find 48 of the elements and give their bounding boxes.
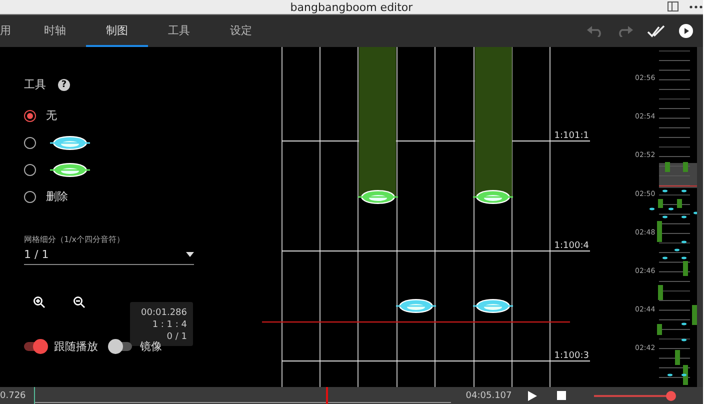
tool-option[interactable]: 删除 bbox=[24, 183, 68, 210]
tab[interactable]: 用 bbox=[0, 15, 24, 47]
tab[interactable]: 时轴 bbox=[24, 15, 86, 47]
current-time: 0.726 bbox=[0, 390, 26, 400]
total-time: 04:05.107 bbox=[466, 390, 513, 400]
measure-label: 1:101:1 bbox=[554, 131, 589, 141]
tool-option[interactable]: 无 bbox=[24, 102, 57, 129]
zoom-out-icon bbox=[73, 296, 85, 308]
hold-note[interactable] bbox=[475, 47, 512, 197]
window-title: bangbangboom editor bbox=[290, 0, 413, 14]
stop-button[interactable] bbox=[556, 391, 566, 400]
volume-slider[interactable] bbox=[594, 390, 674, 400]
tab[interactable]: 工具 bbox=[148, 15, 210, 47]
caret-icon bbox=[186, 252, 194, 257]
info-text: 0 / 1 bbox=[166, 332, 187, 342]
info-text: 1 : 1 : 4 bbox=[152, 320, 187, 330]
window-icon[interactable] bbox=[667, 1, 679, 12]
double-check-icon[interactable] bbox=[647, 24, 665, 38]
note bbox=[473, 299, 513, 313]
help-icon[interactable]: ? bbox=[58, 78, 70, 90]
note bbox=[473, 190, 513, 204]
play-circle-icon[interactable] bbox=[679, 24, 693, 38]
grid-division-dropdown[interactable]: 网格细分（1/x个四分音符） 1 / 1 bbox=[24, 234, 194, 265]
measure-label: 1:100:4 bbox=[554, 241, 589, 251]
zoom-in-icon bbox=[33, 296, 45, 308]
note bbox=[358, 190, 398, 204]
play-button[interactable] bbox=[528, 390, 537, 400]
radio-button[interactable] bbox=[24, 110, 36, 122]
more-icon[interactable] bbox=[689, 4, 703, 8]
tab[interactable]: 制图 bbox=[86, 15, 148, 47]
hold-note[interactable] bbox=[359, 47, 396, 197]
zoom-in-button[interactable] bbox=[33, 296, 45, 308]
redo-icon[interactable] bbox=[617, 25, 633, 37]
toggle-switch[interactable]: 跟随播放 bbox=[24, 339, 98, 354]
radio-button[interactable] bbox=[24, 164, 36, 176]
tab[interactable]: 设定 bbox=[210, 15, 272, 47]
tools-heading: 工具 bbox=[24, 77, 46, 92]
undo-icon[interactable] bbox=[587, 25, 603, 37]
play-icon bbox=[528, 390, 537, 400]
info-text: 00:01.286 bbox=[141, 308, 187, 318]
dropdown-label: 网格细分（1/x个四分音符） bbox=[24, 234, 126, 245]
radio-button[interactable] bbox=[24, 136, 36, 148]
zoom-out-button[interactable] bbox=[73, 296, 85, 308]
stop-icon bbox=[556, 391, 566, 400]
measure-label: 1:100:3 bbox=[554, 351, 589, 361]
radio-button[interactable] bbox=[24, 190, 36, 202]
dropdown-value: 1 / 1 bbox=[24, 248, 49, 261]
note bbox=[396, 299, 436, 313]
